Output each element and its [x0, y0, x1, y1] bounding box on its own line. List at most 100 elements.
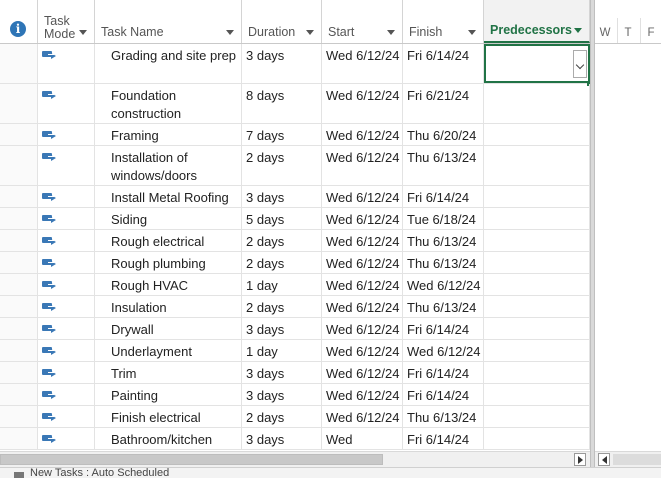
duration-cell[interactable]: 2 days: [242, 296, 322, 317]
task-mode-cell[interactable]: [38, 84, 95, 123]
predecessors-dropdown-button[interactable]: [573, 50, 587, 78]
duration-cell[interactable]: 3 days: [242, 318, 322, 339]
finish-filter-arrow-icon[interactable]: [468, 30, 476, 35]
predecessors-column-header[interactable]: Predecessors: [484, 0, 590, 43]
duration-cell[interactable]: 2 days: [242, 146, 322, 185]
row-indicator-cell[interactable]: [0, 406, 38, 427]
finish-cell[interactable]: Fri 6/14/24: [403, 428, 484, 449]
start-cell[interactable]: Wed 6/12/24: [322, 340, 403, 361]
table-row[interactable]: Rough plumbing 2 days Wed 6/12/24 Thu 6/13/…: [0, 252, 590, 274]
duration-cell[interactable]: 1 day: [242, 274, 322, 295]
task-name-cell[interactable]: Framing: [95, 124, 242, 145]
task-mode-status-icon[interactable]: [14, 472, 24, 478]
task-name-cell[interactable]: Painting: [95, 384, 242, 405]
start-cell[interactable]: Wed 6/12/24: [322, 146, 403, 185]
table-row[interactable]: Painting 3 days Wed 6/12/24 Fri 6/14/24: [0, 384, 590, 406]
task-mode-cell[interactable]: [38, 384, 95, 405]
task-name-cell[interactable]: Installation of windows/doors: [95, 146, 242, 185]
start-cell[interactable]: Wed: [322, 428, 403, 449]
gantt-scroll-left-button[interactable]: [598, 453, 610, 466]
row-indicator-cell[interactable]: [0, 186, 38, 207]
task-mode-cell[interactable]: [38, 186, 95, 207]
row-indicator-cell[interactable]: [0, 252, 38, 273]
task-mode-cell[interactable]: [38, 428, 95, 449]
task-name-filter-arrow-icon[interactable]: [226, 30, 234, 35]
duration-cell[interactable]: 7 days: [242, 124, 322, 145]
row-indicator-cell[interactable]: [0, 340, 38, 361]
task-name-cell[interactable]: Finish electrical: [95, 406, 242, 427]
start-cell[interactable]: Wed 6/12/24: [322, 252, 403, 273]
duration-cell[interactable]: 5 days: [242, 208, 322, 229]
indicators-column-header[interactable]: i: [0, 0, 38, 43]
scroll-right-button[interactable]: [574, 453, 586, 466]
task-mode-cell[interactable]: [38, 274, 95, 295]
duration-filter-arrow-icon[interactable]: [306, 30, 314, 35]
start-cell[interactable]: Wed 6/12/24: [322, 124, 403, 145]
task-name-cell[interactable]: Siding: [95, 208, 242, 229]
table-row[interactable]: Insulation 2 days Wed 6/12/24 Thu 6/13/24: [0, 296, 590, 318]
start-cell[interactable]: Wed 6/12/24: [322, 84, 403, 123]
duration-cell[interactable]: 2 days: [242, 230, 322, 251]
gantt-chart-area[interactable]: [595, 44, 661, 451]
finish-cell[interactable]: Thu 6/13/24: [403, 406, 484, 427]
start-cell[interactable]: Wed 6/12/24: [322, 186, 403, 207]
status-text[interactable]: New Tasks : Auto Scheduled: [30, 468, 169, 478]
table-row[interactable]: Drywall 3 days Wed 6/12/24 Fri 6/14/24: [0, 318, 590, 340]
task-mode-cell[interactable]: [38, 362, 95, 383]
predecessors-cell[interactable]: [484, 340, 590, 361]
finish-cell[interactable]: Fri 6/14/24: [403, 44, 484, 83]
finish-cell[interactable]: Fri 6/14/24: [403, 318, 484, 339]
duration-cell[interactable]: 2 days: [242, 406, 322, 427]
task-name-cell[interactable]: Grading and site prep: [95, 44, 242, 83]
finish-cell[interactable]: Fri 6/14/24: [403, 186, 484, 207]
table-row[interactable]: Underlayment 1 day Wed 6/12/24 Wed 6/12/24: [0, 340, 590, 362]
grid-scroll-thumb[interactable]: [0, 454, 383, 465]
duration-cell[interactable]: 2 days: [242, 252, 322, 273]
row-indicator-cell[interactable]: [0, 362, 38, 383]
row-indicator-cell[interactable]: [0, 44, 38, 83]
start-cell[interactable]: Wed 6/12/24: [322, 274, 403, 295]
finish-cell[interactable]: Tue 6/18/24: [403, 208, 484, 229]
start-cell[interactable]: Wed 6/12/24: [322, 44, 403, 83]
table-row[interactable]: Siding 5 days Wed 6/12/24 Tue 6/18/24: [0, 208, 590, 230]
task-mode-cell[interactable]: [38, 252, 95, 273]
finish-cell[interactable]: Wed 6/12/24: [403, 274, 484, 295]
task-name-cell[interactable]: Trim: [95, 362, 242, 383]
row-indicator-cell[interactable]: [0, 428, 38, 449]
row-indicator-cell[interactable]: [0, 124, 38, 145]
row-indicator-cell[interactable]: [0, 274, 38, 295]
start-cell[interactable]: Wed 6/12/24: [322, 230, 403, 251]
predecessors-cell[interactable]: [484, 230, 590, 251]
finish-cell[interactable]: Thu 6/13/24: [403, 230, 484, 251]
row-indicator-cell[interactable]: [0, 384, 38, 405]
start-cell[interactable]: Wed 6/12/24: [322, 318, 403, 339]
task-name-cell[interactable]: Bathroom/kitchen: [95, 428, 242, 449]
predecessors-cell[interactable]: [484, 296, 590, 317]
start-cell[interactable]: Wed 6/12/24: [322, 406, 403, 427]
table-row[interactable]: Framing 7 days Wed 6/12/24 Thu 6/20/24: [0, 124, 590, 146]
predecessors-cell[interactable]: [484, 124, 590, 145]
predecessors-cell[interactable]: [484, 428, 590, 449]
start-cell[interactable]: Wed 6/12/24: [322, 384, 403, 405]
predecessors-cell[interactable]: [484, 252, 590, 273]
table-row[interactable]: Rough HVAC 1 day Wed 6/12/24 Wed 6/12/24: [0, 274, 590, 296]
start-cell[interactable]: Wed 6/12/24: [322, 296, 403, 317]
finish-cell[interactable]: Fri 6/21/24: [403, 84, 484, 123]
task-name-cell[interactable]: Install Metal Roofing: [95, 186, 242, 207]
predecessors-cell[interactable]: [484, 318, 590, 339]
predecessors-cell[interactable]: [484, 146, 590, 185]
task-mode-cell[interactable]: [38, 44, 95, 83]
start-cell[interactable]: Wed 6/12/24: [322, 208, 403, 229]
start-cell[interactable]: Wed 6/12/24: [322, 362, 403, 383]
table-row[interactable]: Rough electrical 2 days Wed 6/12/24 Thu 6/1…: [0, 230, 590, 252]
start-column-header[interactable]: Start: [322, 0, 403, 43]
table-row[interactable]: Grading and site prep 3 days Wed 6/12/24 Fr…: [0, 44, 590, 86]
task-name-cell[interactable]: Insulation: [95, 296, 242, 317]
task-mode-cell[interactable]: [38, 318, 95, 339]
duration-cell[interactable]: 3 days: [242, 362, 322, 383]
task-mode-cell[interactable]: [38, 406, 95, 427]
duration-cell[interactable]: 3 days: [242, 428, 322, 449]
duration-cell[interactable]: 1 day: [242, 340, 322, 361]
task-mode-filter-arrow-icon[interactable]: [79, 30, 87, 35]
table-row[interactable]: Foundation construction 8 days Wed 6/12/24…: [0, 84, 590, 124]
